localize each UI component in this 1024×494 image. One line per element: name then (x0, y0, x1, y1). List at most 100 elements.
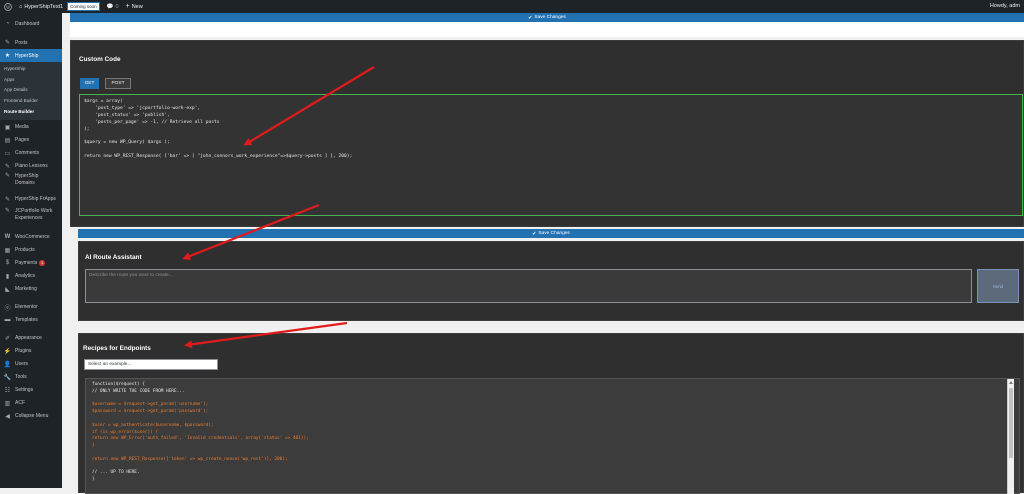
pin-icon: ✎ (4, 163, 11, 170)
recipe-code-line: $password = $request->get_param('passwor… (92, 409, 209, 415)
menu-hypership[interactable]: ★ HyperShip (0, 49, 62, 62)
comments-link[interactable]: 💬 0 (107, 4, 119, 10)
recipe-code-line (92, 464, 1013, 471)
payments-badge: 1 (39, 260, 46, 266)
recipes-panel: Recipes for Endpoints Select an example.… (78, 333, 1024, 494)
recipe-code-line (92, 450, 1013, 457)
menu-analytics[interactable]: ▮ Analytics (0, 271, 62, 281)
main-content: ✔ Save Changes Custom Code GET POST $arg… (62, 13, 1024, 494)
acf-icon: ▥ (4, 400, 11, 407)
recipe-code-line: // ONLY WRITE THE CODE FROM HERE... (92, 388, 185, 394)
ai-prompt-input[interactable]: Describe the route you want to create... (85, 269, 972, 303)
menu-posts[interactable]: ✎ Posts (0, 37, 62, 48)
code-editor[interactable]: $args = array( 'post_type' => 'jcportfol… (79, 94, 1023, 216)
menu-templates[interactable]: ▬ Templates (0, 315, 62, 325)
menu-woocommerce[interactable]: W WooCommerce (0, 232, 62, 242)
submenu-frontend-builder[interactable]: Frontend Builder (4, 98, 38, 103)
recipe-code-line: } (92, 477, 95, 483)
menu-hypership-domains[interactable]: ✎ HyperShip Domains (0, 173, 62, 189)
menu-marketing[interactable]: ◣ Marketing (0, 284, 62, 294)
menu-appearance[interactable]: ✐ Appearance (0, 333, 62, 343)
scroll-thumb[interactable] (1009, 388, 1013, 458)
save-changes-button[interactable]: ✔ Save Changes (78, 229, 1024, 238)
tools-icon: 🔧 (3, 374, 12, 381)
wordpress-logo-icon[interactable]: W (4, 2, 12, 11)
recipe-code-line: } (92, 443, 95, 449)
ai-send-button[interactable]: Send (977, 269, 1019, 303)
check-icon: ✔ (532, 230, 537, 237)
plugins-icon: ⚡ (3, 348, 12, 355)
menu-settings[interactable]: ☷ Settings (0, 385, 62, 395)
save-changes-button-top[interactable]: ✔ Save Changes (70, 13, 1024, 22)
scroll-up-icon[interactable] (1009, 381, 1013, 384)
menu-products[interactable]: ▦ Products (0, 245, 62, 255)
menu-plugins[interactable]: ⚡ Plugins (0, 346, 62, 356)
menu-acf[interactable]: ▥ ACF (0, 398, 62, 408)
collapse-icon: ◀ (5, 413, 10, 420)
recipe-code-line: $username = $request->get_param('usernam… (92, 402, 209, 408)
plus-icon: + (125, 3, 130, 10)
comments-icon: ▭ (4, 150, 11, 157)
recipe-code-line: // ... UP TO HERE. (92, 470, 140, 476)
check-icon: ✔ (528, 14, 533, 21)
pin-icon: ✎ (4, 40, 11, 46)
submenu-apps[interactable]: Apps (4, 77, 14, 82)
settings-icon: ☷ (4, 387, 11, 394)
media-icon: ▣ (4, 124, 11, 131)
howdy-user-link[interactable]: Howdy, adm (990, 3, 1020, 9)
recipe-scrollbar[interactable] (1007, 379, 1014, 494)
pin-icon: ✎ (4, 173, 11, 179)
recipe-code-line (92, 396, 1013, 403)
site-name-link[interactable]: ⌂ HyperShipTest1 (19, 4, 63, 10)
svg-text:W: W (6, 5, 11, 10)
ai-assistant-title: AI Route Assistant (85, 254, 142, 261)
recipe-code-block[interactable]: function($request) {// ONLY WRITE THE CO… (85, 378, 1020, 494)
menu-hypership-frapps[interactable]: ✎ HyperShip FrApps (0, 194, 62, 204)
submenu-route-builder[interactable]: Route Builder (4, 109, 34, 114)
recipe-code-line (92, 416, 1013, 423)
menu-collapse[interactable]: ◀ Collapse Menu (0, 411, 62, 421)
submenu-hypership[interactable]: HyperShip (4, 66, 25, 71)
users-icon: 👤 (3, 361, 12, 368)
tab-post[interactable]: POST (105, 78, 131, 89)
appearance-icon: ✐ (4, 335, 11, 342)
menu-tools[interactable]: 🔧 Tools (0, 372, 62, 382)
menu-comments[interactable]: ▭ Comments (0, 148, 62, 158)
templates-icon: ▬ (4, 317, 11, 323)
menu-jcportfolio[interactable]: ✎ JCPortfolio Work Experiences (0, 208, 62, 224)
menu-piano-lessons[interactable]: ✎ Piano Lessons (0, 161, 62, 171)
menu-users[interactable]: 👤 Users (0, 359, 62, 369)
pin-icon: ✎ (4, 196, 11, 203)
woo-icon: W (4, 234, 11, 240)
menu-media[interactable]: ▣ Media (0, 122, 62, 132)
marketing-icon: ◣ (5, 286, 10, 293)
submenu-app-details[interactable]: App Details (4, 87, 28, 92)
pages-icon: ▤ (4, 137, 11, 144)
products-icon: ▦ (4, 247, 11, 254)
recipe-example-select[interactable]: Select an example... (84, 359, 218, 370)
home-icon: ⌂ (19, 3, 23, 10)
recipe-code-line: $user = wp_authenticate($username, $pass… (92, 422, 214, 428)
ai-route-assistant-panel: AI Route Assistant Describe the route yo… (78, 241, 1024, 321)
menu-elementor[interactable]: ⓔ Elementor (0, 302, 62, 312)
tab-get[interactable]: GET (80, 78, 99, 89)
recipe-code-line: return new WP_Error('auth_failed', 'Inva… (92, 436, 309, 442)
elementor-icon: ⓔ (4, 305, 11, 312)
coming-soon-badge[interactable]: Coming soon (67, 2, 100, 11)
payments-icon: $ (5, 260, 10, 266)
menu-dashboard[interactable]: ◔ Dashboard (0, 18, 62, 29)
menu-payments[interactable]: $ Payments 1 (0, 258, 62, 268)
custom-code-panel: Custom Code GET POST $args = array( 'pos… (70, 40, 1024, 227)
recipe-code-line: return new WP_REST_Response(['token' => … (92, 456, 288, 462)
new-content-link[interactable]: + New (126, 3, 143, 10)
analytics-icon: ▮ (5, 273, 10, 280)
admin-bar: W ⌂ HyperShipTest1 Coming soon 💬 0 + New… (0, 0, 1024, 13)
dashboard-icon: ◔ (5, 20, 10, 27)
menu-pages[interactable]: ▤ Pages (0, 135, 62, 145)
star-icon: ★ (4, 53, 11, 59)
recipes-title: Recipes for Endpoints (83, 345, 151, 352)
custom-code-title: Custom Code (79, 56, 121, 63)
comment-icon: 💬 (106, 3, 114, 10)
pin-icon: ✎ (4, 208, 11, 214)
admin-sidebar: ◔ Dashboard ✎ Posts ★ HyperShip HyperShip A… (0, 13, 62, 488)
